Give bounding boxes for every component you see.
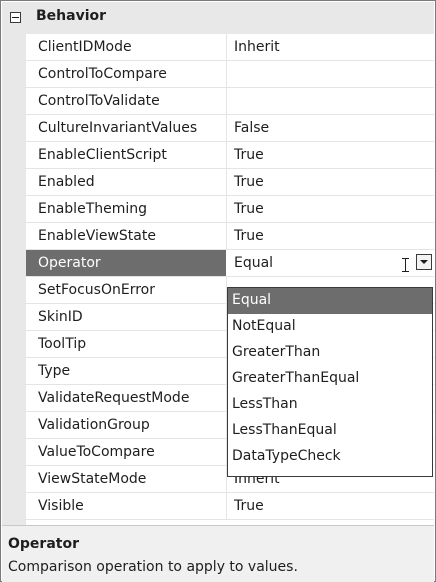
dropdown-option-label: NotEqual [232,318,296,334]
dropdown-option-label: GreaterThanEqual [232,370,360,386]
property-name: SetFocusOnError [38,282,155,298]
dropdown-option-datatypecheck[interactable]: DataTypeCheck [228,444,432,470]
column-divider [226,196,227,223]
property-name: ValueToCompare [38,444,155,460]
category-header-behavior[interactable]: Behavior [2,2,434,34]
property-row-cultureinvariantvalues[interactable]: CultureInvariantValues False [26,115,434,142]
dropdown-option-label: DataTypeCheck [232,448,341,464]
property-name: CultureInvariantValues [38,120,198,136]
column-divider [226,88,227,115]
property-value[interactable]: True [234,174,264,190]
property-row-visible[interactable]: Visible True [26,493,434,520]
property-row-operator[interactable]: Operator Equal [26,250,434,277]
property-name: Type [38,363,71,379]
column-divider [226,223,227,250]
property-name: EnableClientScript [38,147,167,163]
property-value[interactable]: False [234,120,269,136]
dropdown-option-greaterthanequal[interactable]: GreaterThanEqual [228,366,432,392]
property-value[interactable]: True [234,228,264,244]
property-name: ClientIDMode [38,39,132,55]
dropdown-option-label: LessThanEqual [232,422,337,438]
dropdown-option-label: LessThan [232,396,298,412]
description-panel: Operator Comparison operation to apply t… [2,525,434,582]
property-name: ControlToValidate [38,93,160,109]
property-name: EnableTheming [38,201,148,217]
chevron-down-icon[interactable] [416,254,432,270]
dropdown-option-lessthan[interactable]: LessThan [228,392,432,418]
property-value[interactable]: True [234,498,264,514]
column-divider [226,142,227,169]
property-name: ValidationGroup [38,417,150,433]
property-row-clientidmode[interactable]: ClientIDMode Inherit [26,34,434,61]
property-row-enableclientscript[interactable]: EnableClientScript True [26,142,434,169]
collapse-icon[interactable] [10,12,21,23]
property-name: ControlToCompare [38,66,167,82]
property-name: Enabled [38,174,95,190]
dropdown-option-greaterthan[interactable]: GreaterThan [228,340,432,366]
property-row-controltocompare[interactable]: ControlToCompare [26,61,434,88]
property-name: ToolTip [38,336,87,352]
property-row-controltovalidate[interactable]: ControlToValidate [26,88,434,115]
column-divider [226,115,227,142]
property-name: EnableViewState [38,228,156,244]
dropdown-option-label: GreaterThan [232,344,321,360]
category-title: Behavior [36,8,107,24]
operator-dropdown-list[interactable]: Equal NotEqual GreaterThan GreaterThanEq… [227,287,433,477]
description-title: Operator [8,536,79,552]
dropdown-option-lessthanequal[interactable]: LessThanEqual [228,418,432,444]
dropdown-option-label: Equal [232,292,272,308]
property-value[interactable]: True [234,147,264,163]
grid-left-margin [2,34,26,525]
column-divider [226,169,227,196]
property-name: Operator [38,255,101,271]
operator-value-editor[interactable]: Equal [227,250,434,276]
column-divider [226,61,227,88]
column-divider [226,493,227,520]
dropdown-option-notequal[interactable]: NotEqual [228,314,432,340]
property-value[interactable]: Equal [234,255,273,271]
property-row-enableviewstate[interactable]: EnableViewState True [26,223,434,250]
property-value[interactable]: Inherit [234,39,280,55]
description-text: Comparison operation to apply to values. [8,559,298,575]
column-divider [226,34,227,61]
property-row-enabletheming[interactable]: EnableTheming True [26,196,434,223]
property-grid-window: Behavior ClientIDMode Inherit ControlToC… [0,0,436,582]
text-cursor-icon [402,258,409,272]
property-name: ValidateRequestMode [38,390,190,406]
dropdown-option-equal[interactable]: Equal [228,288,432,314]
property-value[interactable]: True [234,201,264,217]
property-name: ViewStateMode [38,471,147,487]
property-name: Visible [38,498,84,514]
property-grid: Behavior ClientIDMode Inherit ControlToC… [2,2,434,525]
property-row-enabled[interactable]: Enabled True [26,169,434,196]
property-name: SkinID [38,309,83,325]
